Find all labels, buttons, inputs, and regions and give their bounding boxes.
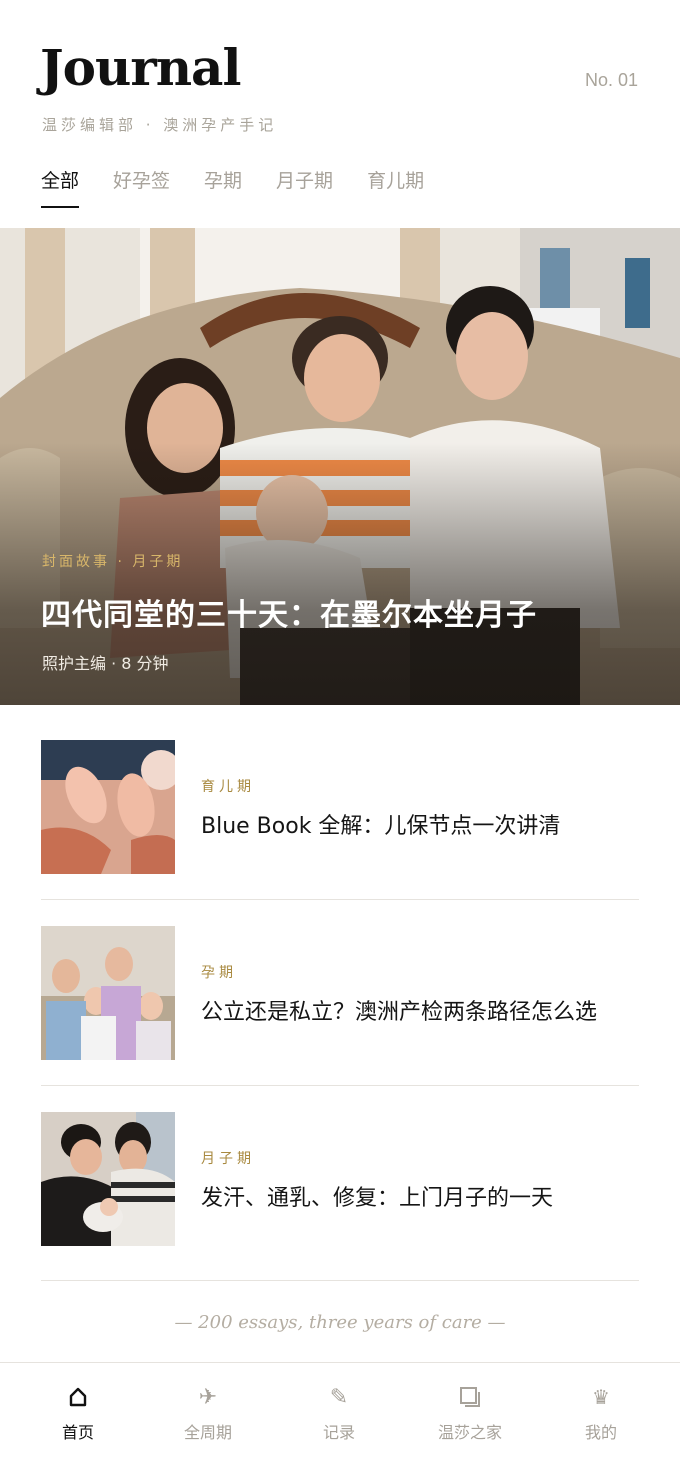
nav-label: 全周期 <box>183 1423 232 1442</box>
bottom-nav: 首页 ✈ 全周期 ✎ 记录 温莎之家 ♛ 我的 <box>0 1362 680 1471</box>
footer-note: — 200 essays, three years of care — <box>174 1312 506 1333</box>
header: Journal No. 01 温莎编辑部 · 澳洲孕产手记 全部 好孕签 孕期 … <box>0 0 680 228</box>
article-title: 发汗、通乳、修复：上门月子的一天 <box>201 1186 554 1211</box>
nav-label: 温莎之家 <box>437 1423 502 1442</box>
nav-label: 记录 <box>322 1423 355 1442</box>
article-category: 育儿期 <box>201 779 255 795</box>
pencil-icon: ✎ <box>329 1384 349 1410</box>
nav-label: 我的 <box>584 1423 617 1442</box>
article-category: 月子期 <box>201 1151 255 1167</box>
article-thumbnail <box>41 1112 175 1246</box>
nav-profile[interactable]: ♛ 我的 <box>533 1363 669 1471</box>
tab-confinement[interactable]: 月子期 <box>276 168 333 208</box>
subtitle: 温莎编辑部 · 澳洲孕产手记 <box>42 116 278 134</box>
hero-meta: 照护主编 · 8 分钟 <box>42 654 169 673</box>
article-thumbnail <box>41 926 175 1060</box>
article-item[interactable]: 育儿期 Blue Book 全解：儿保节点一次讲清 <box>41 740 639 874</box>
article-thumbnail <box>41 740 175 874</box>
tab-parenting[interactable]: 育儿期 <box>367 168 424 208</box>
crown-icon: ♛ <box>592 1385 610 1409</box>
issue-number: No. 01 <box>584 70 638 90</box>
article-title: 公立还是私立？澳洲产检两条路径怎么选 <box>201 1000 598 1025</box>
article-category: 孕期 <box>201 965 237 981</box>
tab-pregnancy-tips[interactable]: 好孕签 <box>113 168 170 208</box>
nav-home[interactable]: 首页 <box>10 1363 146 1471</box>
hero-kicker: 封面故事 · 月子期 <box>42 554 184 570</box>
divider <box>41 1085 639 1086</box>
nav-label: 首页 <box>61 1423 94 1442</box>
brand-title: Journal <box>40 38 241 97</box>
home-icon <box>10 1383 146 1411</box>
tab-pregnancy[interactable]: 孕期 <box>204 168 242 208</box>
article-item[interactable]: 孕期 公立还是私立？澳洲产检两条路径怎么选 <box>41 926 639 1060</box>
article-title: Blue Book 全解：儿保节点一次讲清 <box>201 814 561 839</box>
nav-full-cycle[interactable]: ✈ 全周期 <box>140 1363 276 1471</box>
article-item[interactable]: 月子期 发汗、通乳、修复：上门月子的一天 <box>41 1112 639 1246</box>
category-tabs: 全部 好孕签 孕期 月子期 育儿期 <box>41 168 458 208</box>
nav-windsor-home[interactable]: 温莎之家 <box>402 1363 538 1471</box>
divider <box>41 899 639 900</box>
hero-title[interactable]: 四代同堂的三十天：在墨尔本坐月子 <box>41 590 537 634</box>
tab-all[interactable]: 全部 <box>41 168 80 208</box>
nav-records[interactable]: ✎ 记录 <box>271 1363 407 1471</box>
airplane-icon: ✈ <box>198 1384 218 1410</box>
window-icon <box>402 1383 538 1411</box>
divider <box>41 1280 639 1281</box>
